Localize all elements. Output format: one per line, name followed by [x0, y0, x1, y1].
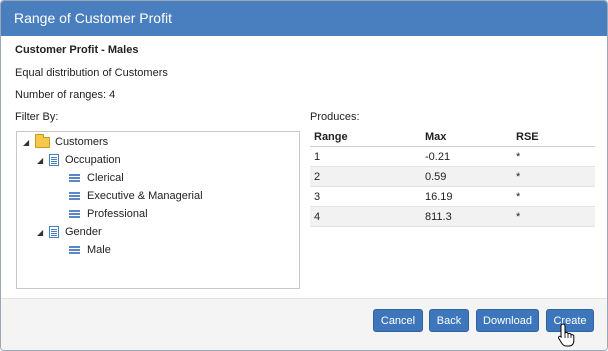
rse-cell: * — [512, 206, 595, 227]
table-row: 1 -0.21 * — [310, 146, 595, 167]
distribution-text: Equal distribution of Customers — [15, 67, 168, 79]
tree-node-clerical[interactable]: Clerical — [69, 170, 124, 186]
tree-node-gender[interactable]: ◢ Gender — [37, 224, 102, 240]
list-lines-icon — [69, 191, 80, 201]
back-button[interactable]: Back — [429, 309, 469, 332]
folder-icon — [35, 133, 50, 148]
table-row: 3 16.19 * — [310, 186, 595, 207]
dialog-titlebar[interactable]: Range of Customer Profit — [1, 1, 607, 36]
document-icon — [49, 226, 59, 238]
dialog-title: Range of Customer Profit — [14, 10, 172, 26]
table-row: 4 811.3 * — [310, 206, 595, 227]
expand-triangle-icon[interactable]: ◢ — [37, 228, 45, 237]
document-icon — [49, 154, 59, 166]
table-header-row: Range Max RSE — [310, 127, 595, 147]
max-cell: 811.3 — [421, 206, 512, 227]
range-cell: 2 — [310, 166, 421, 187]
tree-node-label: Customers — [55, 136, 109, 148]
hand-cursor-icon — [558, 323, 575, 347]
max-cell: 16.19 — [421, 186, 512, 207]
tree-node-male[interactable]: Male — [69, 242, 111, 258]
rse-cell: * — [512, 146, 595, 167]
range-dialog: Range of Customer Profit Customer Profit… — [0, 0, 608, 351]
results-table: Range Max RSE 1 -0.21 * 2 0.59 * 3 16.19… — [310, 127, 595, 227]
max-cell: 0.59 — [421, 166, 512, 187]
column-header-max: Max — [421, 127, 512, 147]
max-cell: -0.21 — [421, 146, 512, 167]
range-cell: 1 — [310, 146, 421, 167]
column-header-range: Range — [310, 127, 421, 147]
list-lines-icon — [69, 173, 80, 183]
tree-node-label: Clerical — [87, 172, 124, 184]
range-cell: 4 — [310, 206, 421, 227]
tree-node-label: Gender — [65, 226, 102, 238]
report-subtitle: Customer Profit - Males — [15, 44, 139, 56]
tree-node-occupation[interactable]: ◢ Occupation — [37, 152, 121, 168]
tree-node-label: Professional — [87, 208, 148, 220]
filter-by-label: Filter By: — [15, 111, 59, 123]
dialog-footer: Cancel Back Download Create — [1, 298, 607, 350]
list-lines-icon — [69, 209, 80, 219]
range-cell: 3 — [310, 186, 421, 207]
tree-node-customers[interactable]: ◢ Customers — [23, 133, 109, 150]
expand-triangle-icon[interactable]: ◢ — [23, 138, 31, 147]
tree-node-label: Occupation — [65, 154, 121, 166]
rse-cell: * — [512, 166, 595, 187]
expand-triangle-icon[interactable]: ◢ — [37, 156, 45, 165]
tree-node-executive-managerial[interactable]: Executive & Managerial — [69, 188, 203, 204]
filter-tree[interactable]: ◢ Customers ◢ Occupation Clerical Execut… — [16, 131, 300, 289]
ranges-count-text: Number of ranges: 4 — [15, 89, 116, 101]
tree-node-label: Male — [87, 244, 111, 256]
table-row: 2 0.59 * — [310, 166, 595, 187]
produces-label: Produces: — [310, 111, 360, 123]
cancel-button[interactable]: Cancel — [373, 309, 423, 332]
download-button[interactable]: Download — [476, 309, 539, 332]
dialog-content: Customer Profit - Males Equal distributi… — [1, 36, 607, 298]
list-lines-icon — [69, 245, 80, 255]
tree-node-professional[interactable]: Professional — [69, 206, 148, 222]
rse-cell: * — [512, 186, 595, 207]
column-header-rse: RSE — [512, 127, 595, 147]
tree-node-label: Executive & Managerial — [87, 190, 203, 202]
